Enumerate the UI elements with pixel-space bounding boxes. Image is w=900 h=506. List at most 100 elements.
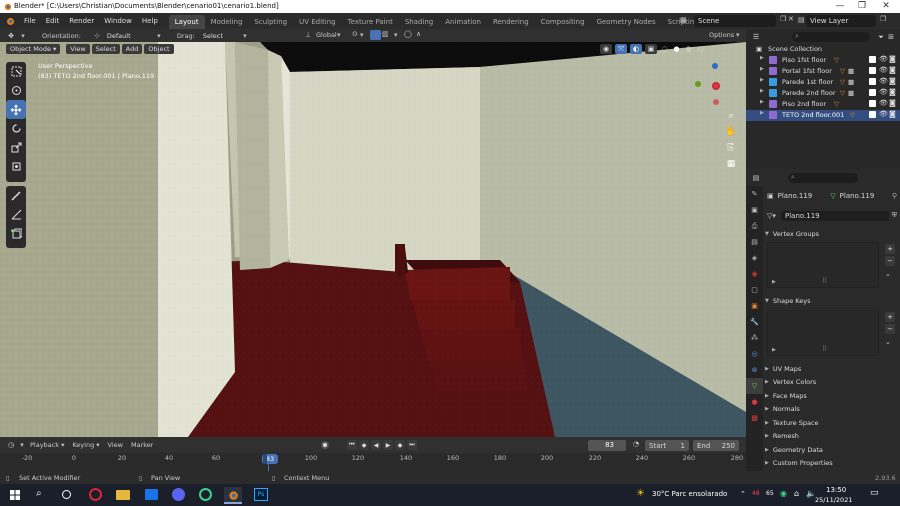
constraints-tab-icon[interactable]: ⊗	[746, 362, 763, 378]
timeline-view-menu[interactable]: View	[104, 441, 127, 449]
menu-object[interactable]: Object	[144, 44, 174, 54]
tool-tab-icon[interactable]: ✎	[746, 186, 763, 202]
modifier-tab-icon[interactable]: 🔧	[746, 314, 763, 330]
tab-geometry-nodes[interactable]: Geometry Nodes	[591, 15, 662, 29]
render-tab-icon[interactable]: ▣	[746, 202, 763, 218]
tab-layout[interactable]: Layout	[168, 14, 205, 29]
mesh-datablock-icon[interactable]: ▽▾	[767, 212, 781, 220]
panel-vertex-colors[interactable]: ▶ Vertex Colors	[765, 375, 898, 388]
panel-vertex-groups[interactable]: ▼ Vertex Groups	[765, 227, 898, 240]
tab-animation[interactable]: Animation	[439, 15, 487, 29]
eye-icon[interactable]: 👁	[879, 78, 888, 85]
vertex-group-menu-icon[interactable]: ⌄	[885, 270, 891, 278]
snap-target-icon[interactable]: ▥	[382, 30, 389, 38]
transform-icon[interactable]	[6, 157, 26, 176]
proportional-falloff-icon[interactable]: ∧	[416, 30, 421, 38]
navigation-gizmo[interactable]	[692, 62, 738, 112]
rotate-icon[interactable]	[6, 119, 26, 138]
pan-hand-icon[interactable]: ✋	[723, 124, 739, 140]
camera-icon[interactable]: ◙	[889, 56, 896, 63]
tab-uv-editing[interactable]: UV Editing	[293, 15, 342, 29]
move-tool-icon[interactable]: ✥	[4, 32, 18, 40]
discord-icon[interactable]	[172, 488, 185, 501]
outliner-row[interactable]: ▶ Piso 1fst floor ▽ 👁 ◙	[746, 55, 900, 66]
solid-shading-icon[interactable]: ●	[672, 44, 681, 54]
cursor-icon[interactable]	[6, 81, 26, 100]
scale-icon[interactable]	[6, 138, 26, 157]
xray-toggle-icon[interactable]: ▣	[645, 44, 657, 54]
pivot-point-icon[interactable]: ⊙	[352, 30, 358, 38]
expand-arrow-icon[interactable]: ▶	[760, 99, 764, 105]
list-expand-icon[interactable]: ▶	[772, 347, 776, 353]
next-keyframe-icon[interactable]: ◆	[395, 440, 405, 450]
panel-geometry-data[interactable]: ▶ Geometry Data	[765, 443, 898, 456]
exclude-checkbox[interactable]	[869, 56, 876, 63]
object-tab-icon[interactable]: ▣	[746, 298, 763, 314]
remove-vertex-group-button[interactable]: −	[885, 256, 895, 266]
file-explorer-icon[interactable]	[116, 490, 130, 500]
exclude-checkbox[interactable]	[869, 100, 876, 107]
menu-add[interactable]: Add	[121, 44, 143, 54]
material-shading-icon[interactable]: ◍	[684, 44, 693, 54]
tab-rendering[interactable]: Rendering	[487, 15, 535, 29]
physics-tab-icon[interactable]: ◎	[746, 346, 763, 362]
play-icon[interactable]: ▶	[383, 440, 393, 450]
scene-field[interactable]: Scene	[694, 15, 776, 27]
view-layer-icon[interactable]: ▤	[798, 16, 805, 24]
gizmo-toggle-icon[interactable]: ⤧	[615, 44, 627, 54]
tray-expand-icon[interactable]: ⌃	[740, 490, 746, 498]
clock-icon[interactable]: ◔	[633, 440, 639, 448]
exclude-checkbox[interactable]	[869, 111, 876, 118]
menu-render[interactable]: Render	[64, 13, 99, 29]
drag-dropdown[interactable]: Select Box	[199, 31, 239, 50]
eye-icon[interactable]: 👁	[879, 67, 888, 74]
tab-compositing[interactable]: Compositing	[535, 15, 591, 29]
eye-icon[interactable]: 👁	[879, 100, 888, 107]
notification-icon[interactable]: ▭	[870, 488, 879, 498]
measure-icon[interactable]	[6, 205, 26, 224]
start-frame-field[interactable]: Start 1	[645, 440, 689, 451]
exclude-checkbox[interactable]	[869, 89, 876, 96]
texture-tab-icon[interactable]: ▩	[746, 410, 763, 426]
view-layer-tab-icon[interactable]: ▤	[746, 234, 763, 250]
add-shape-key-button[interactable]: +	[885, 312, 895, 322]
overlay-toggle-icon[interactable]: ◐	[630, 44, 642, 54]
marker-menu[interactable]: Marker	[127, 441, 157, 449]
scene-delete-icon[interactable]: ✕	[788, 15, 794, 23]
clock-date[interactable]: 25/11/2021	[815, 496, 852, 504]
end-frame-field[interactable]: End 250	[693, 440, 739, 451]
eye-icon[interactable]: 👁	[879, 111, 888, 118]
blender-menu-icon[interactable]	[5, 16, 15, 26]
minimize-button[interactable]: —	[829, 0, 851, 13]
panel-remesh[interactable]: ▶ Remesh	[765, 429, 898, 442]
camera-icon[interactable]: ◙	[889, 67, 896, 74]
panel-face-maps[interactable]: ▶ Face Maps	[765, 389, 898, 402]
scene-tab-icon[interactable]: ◈	[746, 250, 763, 266]
exclude-checkbox[interactable]	[869, 67, 876, 74]
photoshop-icon[interactable]: Ps	[254, 488, 268, 501]
tab-shading[interactable]: Shading	[399, 15, 439, 29]
scene-new-icon[interactable]: ❐	[780, 15, 786, 23]
close-button[interactable]: ✕	[875, 0, 897, 13]
visibility-icon[interactable]: ◉	[600, 44, 612, 54]
current-frame-field[interactable]: 83	[588, 440, 626, 451]
panel-uv-maps[interactable]: ▶ UV Maps	[765, 362, 898, 375]
mesh-datablock-field[interactable]: Plano.119	[781, 210, 889, 221]
editor-type-icon[interactable]: ☰	[750, 33, 762, 41]
camera-icon[interactable]: ◙	[889, 111, 896, 118]
remove-shape-key-button[interactable]: −	[885, 324, 895, 334]
record-button[interactable]	[321, 441, 329, 449]
task-view-icon[interactable]	[62, 490, 71, 499]
eye-icon[interactable]: 👁	[879, 89, 888, 96]
filter-icon[interactable]: ⏷	[876, 33, 886, 42]
opera-icon[interactable]	[89, 488, 102, 501]
network-icon[interactable]: ⌂	[794, 489, 799, 498]
scene-selector-icon[interactable]: ▦	[680, 16, 687, 24]
zoom-icon[interactable]: ⌕	[723, 108, 739, 124]
view-layer-new-icon[interactable]: ❐	[880, 15, 886, 23]
expand-arrow-icon[interactable]: ▶	[760, 55, 764, 61]
add-vertex-group-button[interactable]: +	[885, 244, 895, 254]
panel-texture-space[interactable]: ▶ Texture Space	[765, 416, 898, 429]
rendered-shading-icon[interactable]: ○	[696, 44, 705, 54]
expand-arrow-icon[interactable]: ▶	[760, 77, 764, 83]
